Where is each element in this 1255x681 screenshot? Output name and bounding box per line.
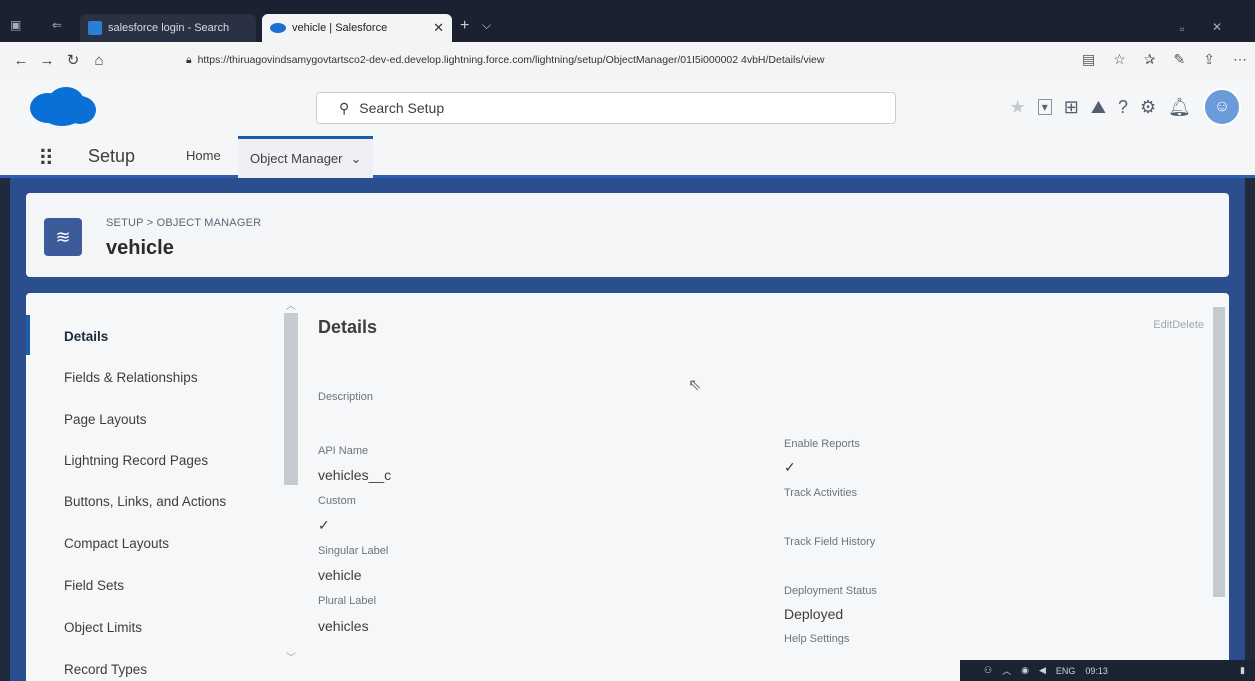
deployment-status-value: Deployed xyxy=(784,606,844,622)
clock[interactable]: 09:13 xyxy=(1085,666,1108,676)
sidebar-item-fields-relationships[interactable]: Fields & Relationships xyxy=(64,370,198,385)
language-indicator[interactable]: ENG xyxy=(1056,666,1076,676)
custom-label: Custom xyxy=(318,495,356,507)
sidebar-item-details[interactable]: Details xyxy=(64,329,108,344)
tab-object-manager[interactable]: Object Manager ⌄ xyxy=(238,136,374,178)
favorites-star-icon[interactable]: ★ xyxy=(1010,97,1026,118)
tab-actions-icon[interactable]: ▣ xyxy=(10,18,21,32)
tab-label: Object Manager xyxy=(250,151,343,166)
user-avatar[interactable]: ☺ xyxy=(1203,88,1241,126)
help-icon[interactable]: ? xyxy=(1118,97,1128,118)
search-placeholder: Search Setup xyxy=(359,100,445,116)
home-icon[interactable]: ⌂ xyxy=(86,52,112,69)
notifications-bell-icon[interactable]: 🔔︎ xyxy=(1168,97,1191,118)
api-name-value: vehicles__c xyxy=(318,467,392,483)
scroll-up-icon[interactable]: ︿ xyxy=(286,297,296,312)
track-activities-label: Track Activities xyxy=(784,487,857,499)
mouse-cursor-icon: ⇖ xyxy=(688,377,702,394)
sidebar-scrollbar[interactable] xyxy=(284,313,298,485)
plural-label-label: Plural Label xyxy=(318,595,377,607)
tab-list-chevron-icon[interactable]: ⌵ xyxy=(482,18,491,33)
content-scrollbar[interactable] xyxy=(1213,307,1225,597)
sidebar-item-lightning-record-pages[interactable]: Lightning Record Pages xyxy=(64,453,208,468)
tray-chevron-icon[interactable]: ︿ xyxy=(1002,664,1011,677)
lock-icon: 🔒︎ xyxy=(186,53,192,66)
custom-check-icon: ✓ xyxy=(318,517,330,533)
tab-home[interactable]: Home xyxy=(186,136,221,175)
singular-label-label: Singular Label xyxy=(318,545,389,557)
tab-salesforce-login-search[interactable]: salesforce login - Search xyxy=(80,14,256,42)
salesforce-logo-icon[interactable] xyxy=(28,84,98,128)
tab-vehicle-salesforce[interactable]: vehicle | Salesforce ✕ xyxy=(262,14,452,42)
favorites-dropdown-icon[interactable]: ▾ xyxy=(1037,99,1052,115)
address-bar-row: ← → ↻ ⌂ 🔒︎ https://thiruagovindsamygovta… xyxy=(0,42,1255,79)
url-field[interactable]: 🔒︎ https://thiruagovindsamygovtartsco2-d… xyxy=(186,50,946,70)
plural-label-value: vehicles xyxy=(318,618,369,634)
main-panel: Details Fields & Relationships Page Layo… xyxy=(26,293,1229,681)
deployment-status-label: Deployment Status xyxy=(784,585,877,597)
singular-label-value: vehicle xyxy=(318,567,362,583)
global-actions-icon[interactable]: ⊞ xyxy=(1064,97,1079,118)
delete-button[interactable]: Delete xyxy=(1172,319,1204,331)
taskbar: ⚇ ︿ ◉ ◀ ENG 09:13 ▮ xyxy=(960,660,1255,681)
sidebar-item-object-limits[interactable]: Object Limits xyxy=(64,620,142,635)
tab-label: vehicle | Salesforce xyxy=(292,22,388,34)
layers-icon: ≋ xyxy=(44,218,82,256)
context-nav-bar: ⠿ Setup Home Object Manager ⌄ xyxy=(0,136,1255,178)
url-text: https://thiruagovindsamygovtartsco2-dev-… xyxy=(197,54,825,66)
details-content: Details Edit Delete Description API Name… xyxy=(318,293,1204,681)
people-icon[interactable]: ⚇ xyxy=(984,665,992,676)
pen-icon[interactable]: ✎ xyxy=(1174,51,1186,68)
more-icon[interactable]: ⋯ xyxy=(1233,51,1247,68)
breadcrumb[interactable]: SETUP > OBJECT MANAGER xyxy=(106,217,261,229)
setup-gear-icon[interactable]: ⚙ xyxy=(1140,97,1156,118)
details-heading: Details xyxy=(318,317,378,337)
favorites-icon[interactable]: ✰ xyxy=(1144,51,1156,68)
back-icon[interactable]: ← xyxy=(8,52,34,69)
reader-view-icon[interactable]: ▤ xyxy=(1082,51,1095,68)
sidebar-item-compact-layouts[interactable]: Compact Layouts xyxy=(64,536,169,551)
chevron-down-icon[interactable]: ⌄ xyxy=(351,151,362,167)
app-launcher-icon[interactable]: ⠿ xyxy=(38,146,54,172)
sidebar-item-field-sets[interactable]: Field Sets xyxy=(64,578,124,593)
object-header: ≋ SETUP > OBJECT MANAGER vehicle xyxy=(26,193,1229,277)
description-label: Description xyxy=(318,391,374,403)
trailhead-icon[interactable]: ⛰ xyxy=(1091,97,1106,118)
favorite-star-icon[interactable]: ☆ xyxy=(1113,51,1126,68)
back-tabs-icon[interactable]: ⇐ xyxy=(52,18,62,32)
app-title: Setup xyxy=(88,146,136,166)
salesforce-cloud-icon xyxy=(270,23,286,33)
global-header: ⚲ Search Setup ★ ▾ ⊞ ⛰ ? ⚙ 🔔︎ ☺ xyxy=(0,78,1255,136)
enable-reports-label: Enable Reports xyxy=(784,438,860,450)
page-title: vehicle xyxy=(106,237,174,259)
restore-window-icon[interactable]: ▫ xyxy=(1180,22,1184,36)
network-icon[interactable]: ◉ xyxy=(1021,665,1029,676)
track-field-history-label: Track Field History xyxy=(784,536,876,548)
bing-icon xyxy=(88,21,102,35)
active-indicator xyxy=(26,315,30,355)
sidebar: Details Fields & Relationships Page Layo… xyxy=(26,293,298,681)
share-icon[interactable]: ⇪ xyxy=(1203,51,1215,68)
sidebar-item-buttons-links-actions[interactable]: Buttons, Links, and Actions xyxy=(64,494,226,509)
api-name-label: API Name xyxy=(318,445,369,457)
close-tab-icon[interactable]: ✕ xyxy=(433,20,444,36)
edit-button[interactable]: Edit xyxy=(1153,319,1172,331)
notification-center-icon[interactable]: ▮ xyxy=(1240,665,1245,676)
help-settings-label: Help Settings xyxy=(784,633,850,645)
volume-icon[interactable]: ◀ xyxy=(1039,665,1046,676)
forward-icon[interactable]: → xyxy=(34,52,60,69)
browser-tab-bar: ▣ ⇐ salesforce login - Search vehicle | … xyxy=(0,0,1255,42)
new-tab-button[interactable]: + xyxy=(460,17,469,35)
scroll-down-icon[interactable]: ﹀ xyxy=(286,649,296,664)
search-icon: ⚲ xyxy=(339,99,350,116)
close-window-icon[interactable]: ✕ xyxy=(1212,20,1222,34)
refresh-icon[interactable]: ↻ xyxy=(60,51,86,69)
sidebar-item-page-layouts[interactable]: Page Layouts xyxy=(64,412,147,427)
enable-reports-check-icon: ✓ xyxy=(784,459,796,475)
search-setup-input[interactable]: ⚲ Search Setup xyxy=(316,92,896,124)
sidebar-item-record-types[interactable]: Record Types xyxy=(64,662,147,677)
tab-label: salesforce login - Search xyxy=(108,22,230,34)
